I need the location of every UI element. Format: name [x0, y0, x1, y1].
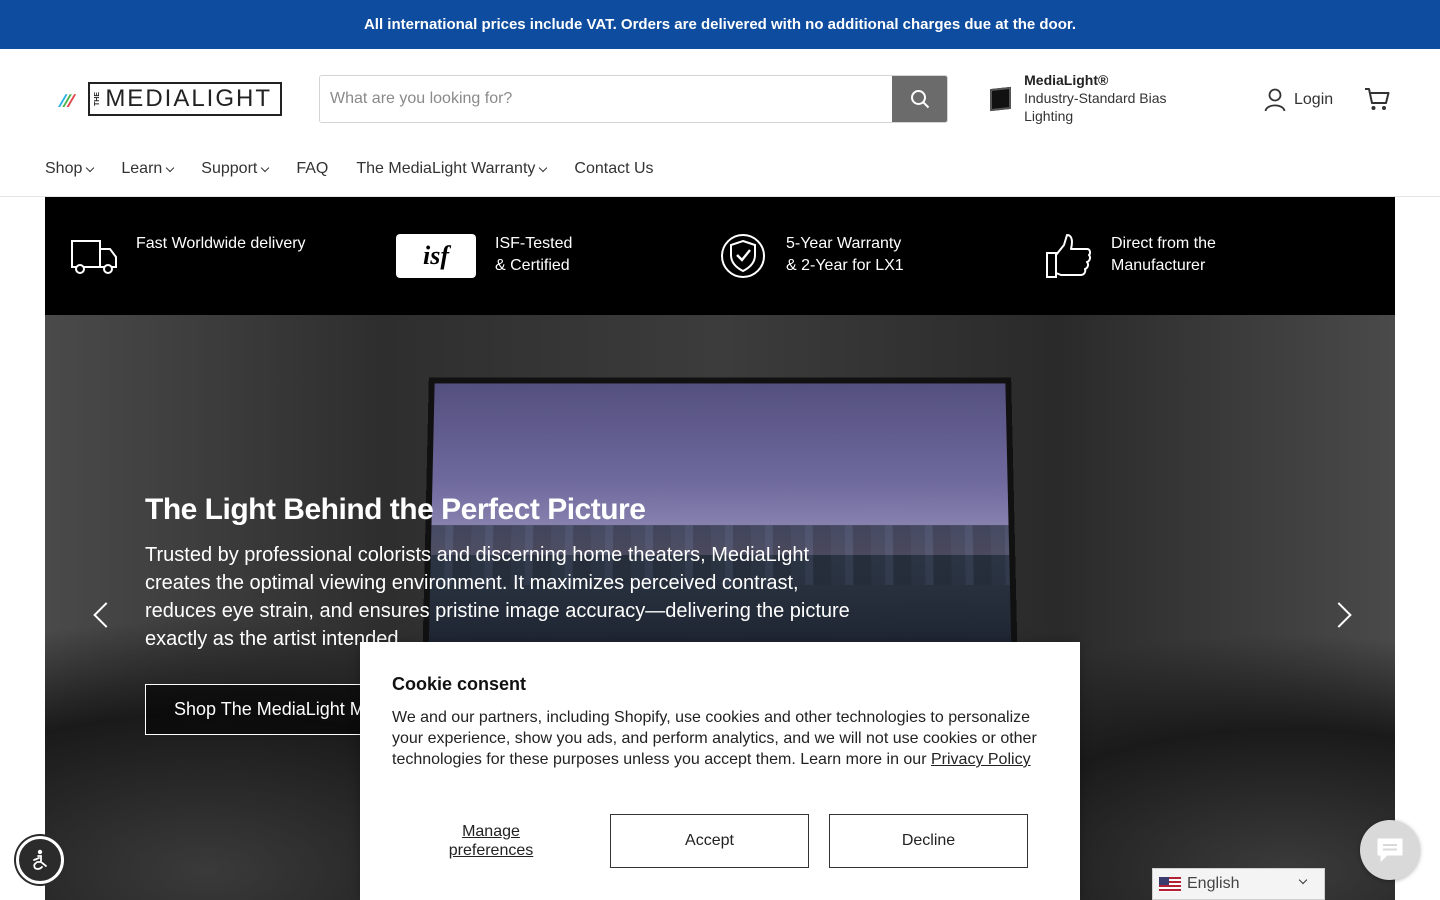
- nav-item-warranty[interactable]: The MediaLight Warranty: [356, 160, 548, 178]
- nav-label: Learn: [121, 160, 163, 177]
- slide-prev-arrow-icon[interactable]: [87, 600, 115, 628]
- feature-line2: & 2-Year for LX1: [786, 257, 904, 274]
- announcement-bar: All international prices include VAT. Or…: [0, 0, 1440, 49]
- thumbs-up-icon: [1046, 234, 1092, 278]
- main-nav: Shop Learn Support FAQ The MediaLight Wa…: [45, 157, 682, 181]
- nav-label: Contact Us: [574, 160, 654, 177]
- search-bar: [319, 75, 948, 123]
- login-link[interactable]: Login: [1264, 87, 1333, 113]
- promo-subtitle: Industry-Standard Bias Lighting: [1024, 90, 1167, 124]
- hero-shop-button[interactable]: Shop The MediaLight M: [145, 684, 394, 735]
- user-icon: [1264, 88, 1286, 112]
- language-selector[interactable]: English: [1152, 868, 1325, 900]
- search-input[interactable]: [320, 76, 892, 122]
- search-button[interactable]: [892, 76, 947, 122]
- nav-label: Shop: [45, 160, 83, 177]
- logo-wordmark: THE MEDIALIGHT: [88, 82, 282, 116]
- isf-badge-text: isf: [423, 241, 451, 270]
- nav-label: The MediaLight Warranty: [356, 160, 536, 177]
- cart-icon: [1365, 88, 1390, 110]
- slide-next-arrow-icon[interactable]: [1330, 600, 1358, 628]
- shield-check-icon: [721, 234, 765, 278]
- features-bar: Fast Worldwide delivery isf ISF-Tested &…: [45, 197, 1395, 315]
- hero-title: The Light Behind the Perfect Picture: [145, 493, 646, 526]
- feature-delivery: Fast Worldwide delivery: [70, 233, 306, 279]
- hero-content: The Light Behind the Perfect Picture Tru…: [145, 493, 865, 653]
- accessibility-icon: [33, 849, 47, 870]
- feature-line2: Manufacturer: [1111, 257, 1206, 274]
- feature-line2: & Certified: [495, 257, 570, 274]
- search-icon: [910, 90, 929, 109]
- site-header: THE MEDIALIGHT MediaLight® Industry-Stan…: [0, 49, 1440, 197]
- isf-badge-icon: isf: [396, 234, 476, 278]
- logo-text: MEDIALIGHT: [105, 85, 272, 112]
- chat-button[interactable]: [1360, 820, 1420, 880]
- login-label: Login: [1294, 91, 1334, 108]
- cookie-title: Cookie consent: [392, 674, 527, 694]
- feature-line1: 5-Year Warranty: [786, 235, 902, 252]
- decline-button[interactable]: Decline: [829, 814, 1028, 868]
- feature-line1: Fast Worldwide delivery: [136, 235, 306, 252]
- chevron-down-icon: [539, 163, 548, 172]
- hero-description: Trusted by professional colorists and di…: [145, 544, 850, 650]
- language-label: English: [1187, 875, 1240, 892]
- manage-preferences-link[interactable]: Manage preferences: [422, 822, 560, 860]
- site-logo[interactable]: THE MEDIALIGHT: [58, 82, 282, 116]
- header-promo[interactable]: MediaLight® Industry-Standard Bias Light…: [990, 71, 1210, 131]
- nav-item-contact[interactable]: Contact Us: [574, 160, 653, 178]
- nav-item-learn[interactable]: Learn: [121, 160, 175, 178]
- chat-bubble-icon: [1377, 838, 1403, 862]
- feature-line1: Direct from the: [1111, 235, 1216, 252]
- chevron-down-icon: [261, 163, 270, 172]
- us-flag-icon: [1159, 876, 1181, 892]
- nav-item-faq[interactable]: FAQ: [296, 160, 328, 178]
- cart-button[interactable]: [1363, 85, 1391, 113]
- feature-warranty: 5-Year Warranty & 2-Year for LX1: [720, 233, 904, 279]
- promo-product-image: [990, 86, 1012, 112]
- logo-the: THE: [94, 92, 102, 106]
- accept-button[interactable]: Accept: [610, 814, 809, 868]
- feature-isf: isf ISF-Tested & Certified: [395, 233, 572, 279]
- cookie-consent-dialog: Cookie consent We and our partners, incl…: [360, 642, 1080, 900]
- accessibility-button[interactable]: [16, 836, 64, 884]
- feature-direct: Direct from the Manufacturer: [1045, 233, 1216, 279]
- logo-mark-icon: [58, 94, 77, 108]
- truck-icon: [71, 240, 117, 274]
- announcement-text: All international prices include VAT. Or…: [363, 16, 1077, 33]
- nav-item-shop[interactable]: Shop: [45, 160, 95, 178]
- nav-label: FAQ: [296, 160, 329, 177]
- feature-line1: ISF-Tested: [495, 235, 573, 252]
- chevron-down-icon: [86, 163, 95, 172]
- cookie-body: We and our partners, including Shopify, …: [392, 707, 1048, 770]
- promo-title: MediaLight®: [1024, 72, 1109, 88]
- privacy-policy-link[interactable]: Privacy Policy: [931, 751, 1031, 768]
- nav-label: Support: [201, 160, 258, 177]
- chevron-down-icon: [166, 163, 175, 172]
- chevron-down-icon: [1298, 875, 1308, 885]
- cookie-actions: Manage preferences Accept Decline: [392, 814, 1048, 868]
- nav-item-support[interactable]: Support: [201, 160, 270, 178]
